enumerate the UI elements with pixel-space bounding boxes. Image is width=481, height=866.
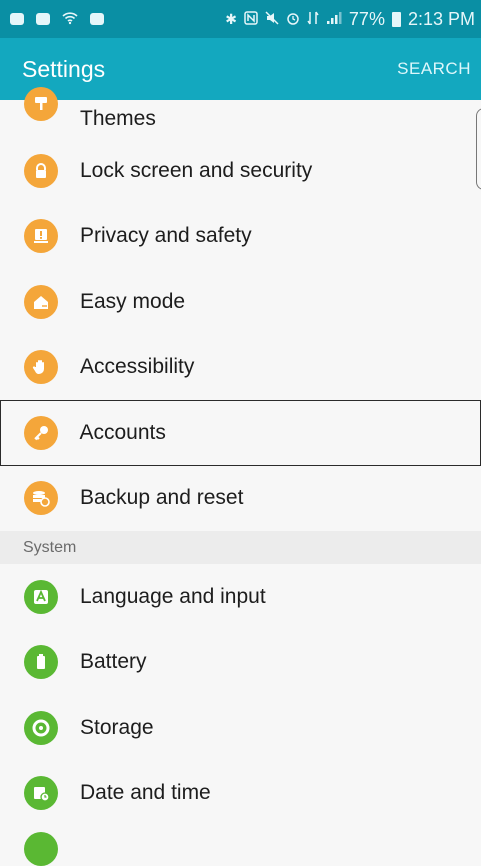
settings-item-privacy[interactable]: Privacy and safety — [0, 204, 481, 270]
scroll-edge-handle[interactable] — [476, 108, 481, 190]
photo-icon — [90, 13, 104, 25]
nfc-icon — [244, 11, 258, 27]
settings-list: Themes Lock screen and security Privacy … — [0, 87, 481, 866]
page-title: Settings — [22, 55, 106, 82]
alarm-icon — [286, 11, 300, 27]
signal-icon — [326, 11, 342, 27]
brush-icon — [24, 87, 58, 121]
settings-item-language[interactable]: Language and input — [0, 564, 481, 630]
battery-icon — [391, 11, 401, 27]
settings-item-label: Themes — [80, 107, 156, 130]
settings-item-label: Storage — [80, 715, 154, 739]
app-bar: Settings SEARCH — [0, 38, 481, 100]
settings-item-storage[interactable]: Storage — [0, 695, 481, 761]
section-header-system: System — [0, 531, 481, 564]
pay-icon — [10, 13, 24, 25]
lock-icon — [24, 153, 58, 188]
settings-item-label: Accounts — [79, 420, 166, 444]
settings-item-accounts[interactable]: Accounts — [0, 400, 481, 466]
settings-item-label: Backup and reset — [80, 486, 244, 510]
battery-setting-icon — [24, 645, 58, 680]
status-bar: ✱ 77% 2:13 PM — [0, 0, 481, 38]
data-icon — [307, 11, 319, 27]
privacy-icon — [24, 219, 58, 254]
calendar-clock-icon — [24, 776, 58, 811]
search-button[interactable]: SEARCH — [397, 59, 471, 79]
hand-icon — [24, 350, 58, 385]
key-icon — [23, 415, 58, 450]
settings-item-battery[interactable]: Battery — [0, 630, 481, 696]
settings-item-label: Battery — [80, 650, 147, 674]
mail-icon — [36, 13, 50, 25]
wifi-icon — [62, 11, 78, 27]
partial-icon — [24, 832, 58, 866]
mute-icon — [265, 11, 279, 27]
settings-item-label: Date and time — [80, 781, 211, 805]
storage-icon — [24, 710, 58, 745]
backup-icon — [24, 481, 58, 516]
settings-item-easy-mode[interactable]: Easy mode — [0, 269, 481, 335]
language-icon — [24, 579, 58, 614]
settings-item-backup[interactable]: Backup and reset — [0, 466, 481, 532]
settings-item-label: Privacy and safety — [80, 224, 252, 248]
status-time: 2:13 PM — [407, 8, 475, 29]
settings-item-label: Language and input — [80, 584, 266, 608]
bluetooth-icon: ✱ — [225, 11, 237, 27]
battery-percent: 77% — [348, 8, 385, 29]
settings-item-accessibility[interactable]: Accessibility — [0, 335, 481, 401]
settings-item-date-time[interactable]: Date and time — [0, 761, 481, 827]
settings-item-label: Accessibility — [80, 355, 195, 379]
settings-item-lock-screen[interactable]: Lock screen and security — [0, 138, 481, 204]
settings-item-themes[interactable]: Themes — [0, 87, 481, 138]
settings-item-next[interactable] — [0, 826, 481, 866]
settings-item-label: Easy mode — [80, 289, 186, 313]
home-icon — [24, 284, 58, 319]
settings-item-label: Lock screen and security — [80, 158, 313, 182]
